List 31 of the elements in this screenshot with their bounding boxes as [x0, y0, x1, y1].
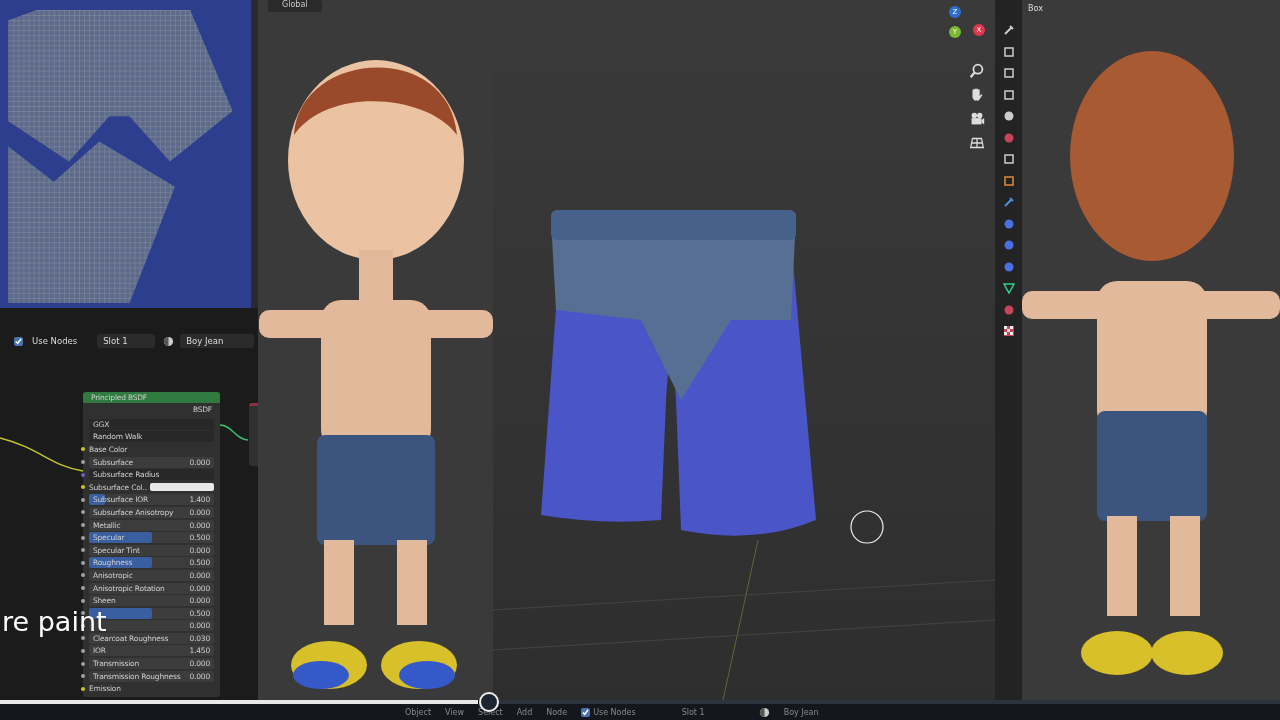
checkbox-label: Use Nodes — [32, 336, 78, 346]
timeline-track[interactable] — [497, 700, 1280, 704]
node-link — [219, 424, 249, 441]
square-icon[interactable] — [1002, 153, 1015, 165]
color-swatch[interactable] — [149, 483, 214, 492]
slot-dropdown[interactable]: Slot 1 — [681, 707, 705, 717]
orientation-dropdown[interactable]: Global — [268, 0, 322, 12]
triangle-icon[interactable] — [1002, 282, 1015, 294]
checkbox-label: Use Nodes — [593, 707, 636, 717]
circle-icon[interactable] — [1002, 110, 1015, 122]
brush-cursor-icon — [850, 510, 884, 544]
checker-icon[interactable] — [1002, 325, 1015, 337]
material-field[interactable]: Boy Jean — [783, 707, 819, 717]
checkbox[interactable] — [581, 707, 591, 717]
mode-dropdown[interactable]: Object — [405, 707, 432, 717]
zoom-icon[interactable] — [968, 62, 986, 80]
square-icon[interactable] — [1002, 174, 1015, 187]
wrench-icon[interactable] — [1002, 196, 1015, 208]
menu-item[interactable]: View — [445, 707, 465, 717]
sphere-icon[interactable] — [758, 706, 770, 718]
object-name-label: Box — [1027, 3, 1043, 13]
square-icon[interactable] — [1002, 45, 1015, 58]
material-field[interactable]: Boy Jean — [180, 334, 254, 348]
slot-dropdown[interactable]: Slot 1 — [97, 334, 156, 348]
menu-item[interactable]: Node — [546, 707, 568, 717]
square-icon[interactable] — [1002, 67, 1015, 79]
sphere-icon[interactable] — [163, 335, 175, 347]
square-icon[interactable] — [1002, 88, 1015, 101]
menu-item[interactable]: Add — [516, 707, 533, 717]
tool-icon[interactable] — [1002, 24, 1015, 36]
checkbox[interactable] — [14, 336, 23, 346]
